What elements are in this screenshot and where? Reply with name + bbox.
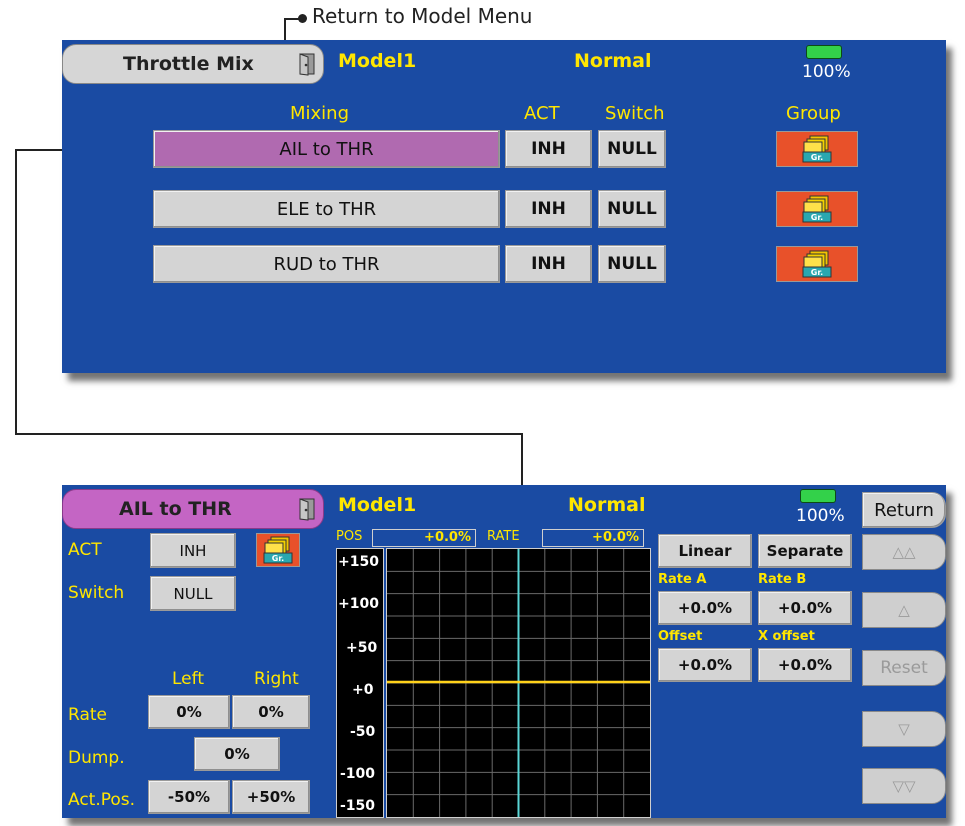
svg-text:Gr.: Gr.	[272, 554, 284, 563]
svg-text:Gr.: Gr.	[811, 213, 823, 222]
group-button-ail[interactable]: Gr.	[776, 131, 858, 167]
act-label: ACT	[68, 540, 102, 560]
y-tick-label: -150	[340, 798, 376, 814]
rate-a-field[interactable]: +0.0%	[658, 591, 752, 625]
actpos-left-field[interactable]: -50%	[148, 780, 230, 814]
page-down-button[interactable]: ▽	[862, 711, 946, 747]
switch-button-ele[interactable]: NULL	[598, 190, 666, 228]
header-group: Group	[786, 103, 841, 124]
return-button[interactable]: Return	[862, 492, 946, 528]
switch-label: Switch	[68, 583, 125, 603]
tab-title: Throttle Mix	[123, 53, 254, 75]
rate-b-label: Rate B	[758, 572, 807, 587]
rate-a-label: Rate A	[658, 572, 707, 587]
y-tick-label: +100	[338, 596, 379, 612]
right-header: Right	[254, 669, 299, 689]
y-tick-label: +50	[346, 640, 378, 656]
group-icon: Gr.	[802, 195, 832, 223]
rate-header-label: RATE	[487, 529, 520, 544]
reset-button[interactable]: Reset	[862, 650, 946, 686]
actpos-right-field[interactable]: +50%	[232, 780, 310, 814]
battery-percent: 100%	[796, 506, 845, 526]
rate-left-field[interactable]: 0%	[148, 695, 230, 729]
header-act: ACT	[524, 103, 560, 124]
group-icon: Gr.	[802, 250, 832, 278]
header-switch: Switch	[605, 103, 665, 124]
connector-v1	[15, 149, 17, 435]
separate-button[interactable]: Separate	[758, 534, 852, 568]
model-name: Model1	[338, 50, 417, 72]
pos-label: POS	[336, 529, 363, 544]
actpos-label: Act.Pos.	[68, 790, 136, 810]
y-tick-label: +0	[352, 682, 374, 698]
battery-icon	[806, 45, 842, 59]
dump-field[interactable]: 0%	[194, 737, 280, 771]
rate-label: Rate	[68, 705, 107, 725]
annotation-bullet	[298, 14, 307, 23]
battery-percent: 100%	[802, 62, 851, 82]
y-tick-label: -100	[340, 766, 376, 782]
dump-label: Dump.	[68, 748, 125, 768]
svg-text:Gr.: Gr.	[811, 153, 823, 162]
model-name: Model1	[338, 494, 417, 516]
curve-graph-svg	[387, 549, 650, 817]
switch-button[interactable]: NULL	[150, 576, 236, 611]
group-icon: Gr.	[263, 536, 293, 564]
page-up-button[interactable]: △	[862, 592, 946, 628]
return-door-icon[interactable]	[296, 52, 318, 76]
linear-button[interactable]: Linear	[658, 534, 752, 568]
battery-icon	[800, 489, 836, 503]
x-offset-label: X offset	[758, 629, 815, 644]
header-mixing: Mixing	[290, 103, 350, 124]
offset-field[interactable]: +0.0%	[658, 648, 752, 682]
mix-row-ele-to-thr[interactable]: ELE to THR	[153, 190, 500, 228]
curve-graph[interactable]	[386, 548, 651, 818]
pos-value: +0.0%	[372, 529, 476, 547]
annotation-return-label: Return to Model Menu	[312, 4, 533, 28]
x-offset-field[interactable]: +0.0%	[758, 648, 852, 682]
act-button[interactable]: INH	[150, 533, 236, 568]
rate-b-field[interactable]: +0.0%	[758, 591, 852, 625]
tab-title: AIL to THR	[119, 498, 232, 520]
group-button-rud[interactable]: Gr.	[776, 246, 858, 282]
mix-row-rud-to-thr[interactable]: RUD to THR	[153, 245, 500, 283]
condition-name: Normal	[568, 494, 646, 516]
act-button-ele[interactable]: INH	[505, 190, 592, 228]
act-button-rud[interactable]: INH	[505, 245, 592, 283]
tab-throttle-mix[interactable]: Throttle Mix	[62, 44, 324, 84]
left-header: Left	[172, 669, 204, 689]
y-tick-label: +150	[338, 554, 379, 570]
switch-button-rud[interactable]: NULL	[598, 245, 666, 283]
act-button-ail[interactable]: INH	[505, 130, 592, 168]
connector-v2	[521, 433, 523, 485]
offset-label: Offset	[658, 629, 703, 644]
group-button[interactable]: Gr.	[256, 533, 300, 567]
svg-text:Gr.: Gr.	[811, 268, 823, 277]
switch-button-ail[interactable]: NULL	[598, 130, 666, 168]
tab-ail-to-thr[interactable]: AIL to THR	[62, 489, 324, 529]
connector-h2	[15, 433, 523, 435]
rate-header-value: +0.0%	[542, 529, 644, 547]
group-icon: Gr.	[802, 135, 832, 163]
rate-right-field[interactable]: 0%	[232, 695, 310, 729]
return-door-icon[interactable]	[296, 497, 318, 521]
page-down-double-button[interactable]: ▽▽	[862, 768, 946, 804]
y-tick-label: -50	[350, 724, 376, 740]
page-up-double-button[interactable]: △△	[862, 534, 946, 570]
group-button-ele[interactable]: Gr.	[776, 191, 858, 227]
condition-name: Normal	[574, 50, 652, 72]
mix-row-ail-to-thr[interactable]: AIL to THR	[153, 130, 500, 168]
